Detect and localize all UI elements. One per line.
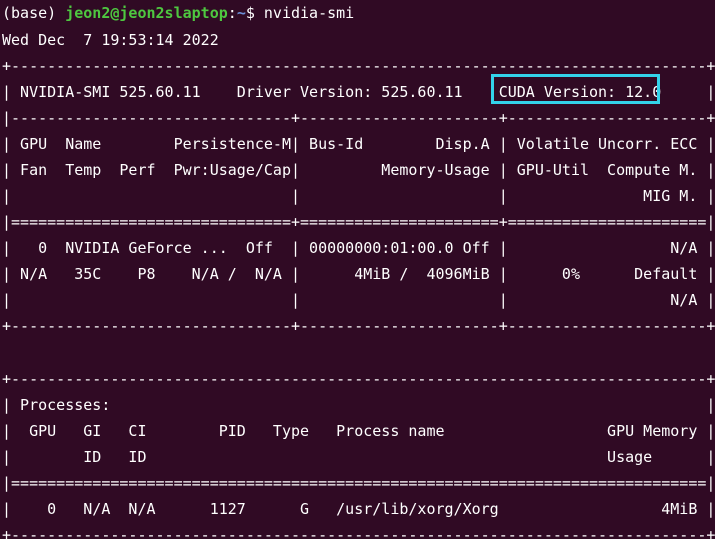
table-border-bottom: +-------------------------------+-------… (2, 317, 715, 335)
processes-title: | Processes: | (2, 396, 715, 414)
gpu-row: | N/A 35C P8 N/A / N/A | 4MiB / 4096MiB … (2, 265, 715, 283)
process-row: | 0 N/A N/A 1127 G /usr/lib/xorg/Xorg 4M… (2, 500, 715, 518)
shell-prompt: (base) jeon2@jeon2slaptop:~$ nvidia-smi (2, 0, 354, 26)
column-header-row: | | | MIG M. | (2, 187, 715, 205)
column-header-row: | Fan Temp Perf Pwr:Usage/Cap| Memory-Us… (2, 161, 715, 179)
processes-border-bottom: +---------------------------------------… (2, 526, 715, 539)
table-separator: |-------------------------------+-------… (2, 109, 715, 127)
terminal-window[interactable]: (base) jeon2@jeon2slaptop:~$ nvidia-smi … (0, 0, 715, 539)
gpu-row: | 0 NVIDIA GeForce ... Off | 00000000:01… (2, 239, 715, 257)
processes-border-top: +---------------------------------------… (2, 370, 715, 388)
processes-separator: |=======================================… (2, 474, 715, 492)
processes-header-row: | ID ID Usage | (2, 448, 715, 466)
user-host: jeon2@jeon2slaptop (65, 4, 228, 22)
column-header-row: | GPU Name Persistence-M| Bus-Id Disp.A … (2, 135, 715, 153)
command-text: nvidia-smi (263, 4, 355, 22)
processes-header-row: | GPU GI CI PID Type Process name GPU Me… (2, 422, 715, 440)
date-line: Wed Dec 7 19:53:14 2022 (2, 31, 219, 49)
cuda-version-highlight-box (491, 74, 660, 104)
prompt-colon: : (227, 4, 237, 22)
current-path: ~ (236, 4, 246, 22)
table-double-separator: |===============================+=======… (2, 213, 715, 231)
prompt-dollar: $ (245, 4, 264, 22)
conda-env: (base) (2, 4, 66, 22)
gpu-row: | | | N/A | (2, 291, 715, 309)
